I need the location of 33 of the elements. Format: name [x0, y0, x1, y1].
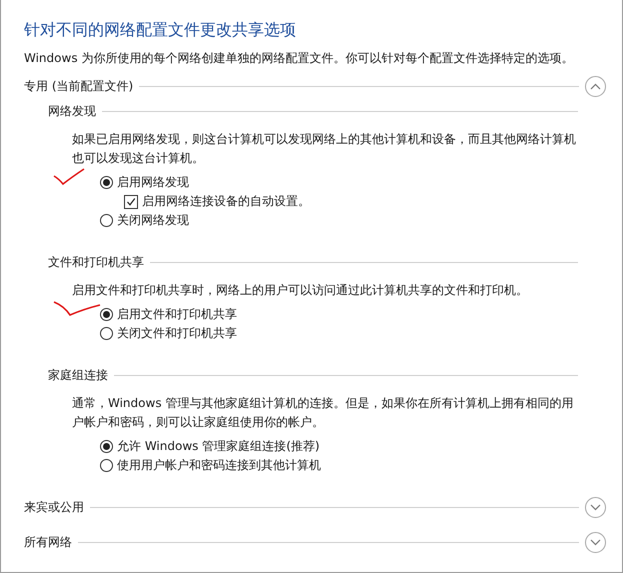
radio-button[interactable] — [100, 440, 113, 453]
radio-button[interactable] — [100, 176, 113, 189]
radio-label: 关闭文件和打印机共享 — [117, 325, 237, 342]
description-text: 启用文件和打印机共享时，网络上的用户可以访问通过此计算机共享的文件和打印机。 — [72, 282, 529, 299]
radio-label: 启用文件和打印机共享 — [117, 306, 237, 323]
radio-button[interactable] — [100, 327, 113, 340]
expand-button[interactable] — [585, 496, 606, 518]
chevron-down-icon — [590, 504, 601, 510]
radio-button[interactable] — [100, 214, 113, 227]
description-text: 如果已启用网络发现，则这台计算机可以发现网络上的其他计算机和设备，而且其他网络计算机也可以发现这台计算机。 — [72, 131, 577, 167]
checkbox[interactable] — [124, 194, 138, 208]
section-label: 专用 (当前配置文件) — [24, 78, 134, 94]
radio-label: 启用网络发现 — [117, 174, 189, 191]
collapse-button[interactable] — [585, 76, 606, 96]
description-text: Windows 为你所使用的每个网络创建单独的网络配置文件。你可以针对每个配置文件选择特定的选项。 — [24, 50, 574, 67]
chevron-down-icon — [590, 538, 601, 546]
radio-label: 使用用户帐户和密码连接到其他计算机 — [117, 457, 321, 474]
expand-button[interactable] — [585, 532, 606, 552]
radio-label: 允许 Windows 管理家庭组连接(推荐) — [117, 438, 320, 455]
group-heading: 文件和打印机共享 — [48, 254, 144, 270]
chevron-up-icon — [590, 82, 601, 90]
group-heading: 网络发现 — [48, 102, 96, 120]
radio-button[interactable] — [100, 459, 113, 472]
pen-mark-drawing — [54, 168, 84, 185]
description-text: 通常，Windows 管理与其他家庭组计算机的连接。但是，如果你在所有计算机上拥有相同的用户帐户和密码，则可以让家庭组使用你的帐户。 — [72, 395, 574, 431]
radio-label: 关闭网络发现 — [117, 212, 189, 229]
pen-mark-drawing — [54, 301, 100, 316]
group-heading: 家庭组连接 — [48, 366, 108, 384]
checkbox-label: 启用网络连接设备的自动设置。 — [142, 193, 310, 210]
section-label: 来宾或公用 — [24, 498, 84, 516]
page-title: 针对不同的网络配置文件更改共享选项 — [24, 19, 297, 41]
section-label: 所有网络 — [24, 534, 72, 550]
radio-button[interactable] — [100, 308, 113, 321]
